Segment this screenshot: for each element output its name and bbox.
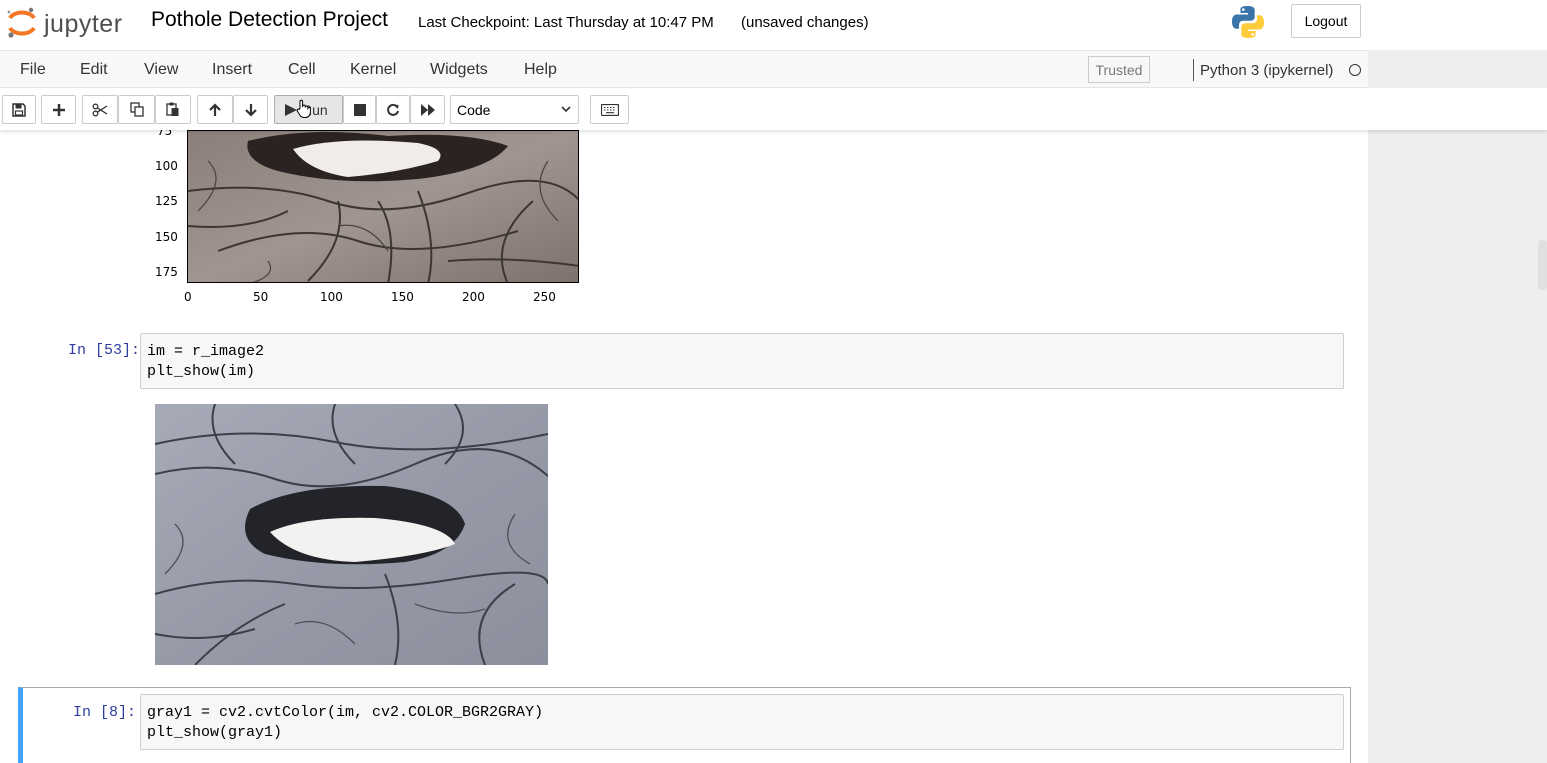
- header: jupyter Pothole Detection Project Last C…: [0, 0, 1547, 50]
- restart-icon: [387, 103, 399, 116]
- menu-view[interactable]: View: [144, 61, 178, 79]
- chevron-down-icon: [561, 106, 571, 113]
- y-tick-label: 100: [155, 159, 178, 173]
- right-margin: [1368, 130, 1547, 763]
- pothole-image-rgb: [155, 404, 548, 665]
- code-editor[interactable]: gray1 = cv2.cvtColor(im, cv2.COLOR_BGR2G…: [140, 694, 1344, 750]
- output-image: [155, 404, 548, 665]
- menu-insert[interactable]: Insert: [212, 61, 252, 79]
- menu-edit[interactable]: Edit: [80, 61, 108, 79]
- checkpoint-status: Last Checkpoint: Last Thursday at 10:47 …: [418, 14, 714, 31]
- menu-file[interactable]: File: [20, 61, 46, 79]
- hand-cursor-icon: [295, 185, 313, 207]
- menu-kernel[interactable]: Kernel: [350, 61, 396, 79]
- autosave-status: (unsaved changes): [741, 14, 869, 31]
- y-tick-label: 175: [155, 265, 178, 279]
- save-button[interactable]: [2, 95, 36, 124]
- trusted-indicator[interactable]: Trusted: [1088, 56, 1150, 83]
- cell-prompt: In [53]:: [67, 342, 140, 359]
- code-editor[interactable]: im = r_image2 plt_show(im): [140, 333, 1344, 389]
- kernel-idle-indicator-icon: [1349, 64, 1361, 76]
- x-tick-label: 0: [184, 290, 192, 304]
- x-tick-label: 100: [320, 290, 343, 304]
- menu-help[interactable]: Help: [524, 61, 557, 79]
- scissors-icon: [92, 103, 108, 116]
- code-line: plt_show(gray1): [147, 724, 283, 741]
- cut-button[interactable]: [82, 95, 118, 124]
- x-tick-label: 250: [533, 290, 556, 304]
- plus-icon: [52, 103, 65, 116]
- matplotlib-output: 75 100 125 150 175 0 50 100 150 200 250: [140, 130, 590, 310]
- kernel-name[interactable]: Python 3 (ipykernel): [1200, 62, 1333, 79]
- menubar: File Edit View Insert Cell Kernel Widget…: [0, 50, 1368, 88]
- kernel-divider: [1193, 59, 1194, 81]
- menu-widgets[interactable]: Widgets: [430, 61, 488, 79]
- pothole-image-color: [188, 131, 578, 282]
- insert-cell-button[interactable]: [41, 95, 76, 124]
- interrupt-button[interactable]: [343, 95, 376, 124]
- paste-button[interactable]: [155, 95, 191, 124]
- x-tick-label: 50: [253, 290, 269, 304]
- cell-type-select[interactable]: Code: [450, 95, 579, 124]
- y-tick-label: 125: [155, 194, 178, 208]
- notebook-title[interactable]: Pothole Detection Project: [151, 8, 388, 32]
- selected-code-cell[interactable]: In [8]: gray1 = cv2.cvtColor(im, cv2.COL…: [18, 687, 1351, 763]
- notebook-container: 75 100 125 150 175 0 50 100 150 200 250 …: [0, 130, 1368, 763]
- restart-run-all-button[interactable]: [410, 95, 445, 124]
- menu-cell[interactable]: Cell: [288, 61, 316, 79]
- copy-icon: [129, 102, 144, 117]
- y-tick-label: 75: [157, 130, 173, 138]
- code-cell[interactable]: In [53]: im = r_image2 plt_show(im): [20, 330, 1350, 665]
- y-tick-label: 150: [155, 230, 178, 244]
- scrollbar-thumb[interactable]: [1538, 240, 1547, 290]
- python-logo-icon: [1230, 4, 1266, 45]
- x-tick-label: 200: [462, 290, 485, 304]
- move-down-button[interactable]: [233, 95, 268, 124]
- cell-prompt: In [8]:: [72, 704, 136, 721]
- code-line: im = r_image2: [147, 343, 265, 360]
- restart-button[interactable]: [376, 95, 410, 124]
- plot-image: [187, 130, 579, 283]
- jupyter-logo[interactable]: jupyter: [6, 6, 136, 40]
- cell-type-value: Code: [457, 101, 491, 118]
- copy-button[interactable]: [118, 95, 155, 124]
- fast-forward-icon: [420, 103, 435, 116]
- jupyter-wordmark: jupyter: [44, 10, 123, 38]
- paste-icon: [166, 102, 179, 116]
- jupyter-orbit-icon: [7, 7, 36, 38]
- save-icon: [12, 102, 26, 117]
- arrow-down-icon: [244, 103, 257, 117]
- logout-button[interactable]: Logout: [1291, 4, 1361, 38]
- move-up-button[interactable]: [197, 95, 233, 124]
- keyboard-icon: [600, 103, 619, 116]
- code-line: plt_show(im): [147, 363, 256, 380]
- command-palette-button[interactable]: [590, 95, 629, 124]
- code-line: gray1 = cv2.cvtColor(im, cv2.COLOR_BGR2G…: [147, 704, 544, 721]
- x-tick-label: 150: [391, 290, 414, 304]
- toolbar: Run Code: [0, 88, 1547, 130]
- arrow-up-icon: [209, 102, 221, 116]
- stop-icon: [353, 103, 366, 116]
- pointer-cursor-icon: [296, 99, 311, 118]
